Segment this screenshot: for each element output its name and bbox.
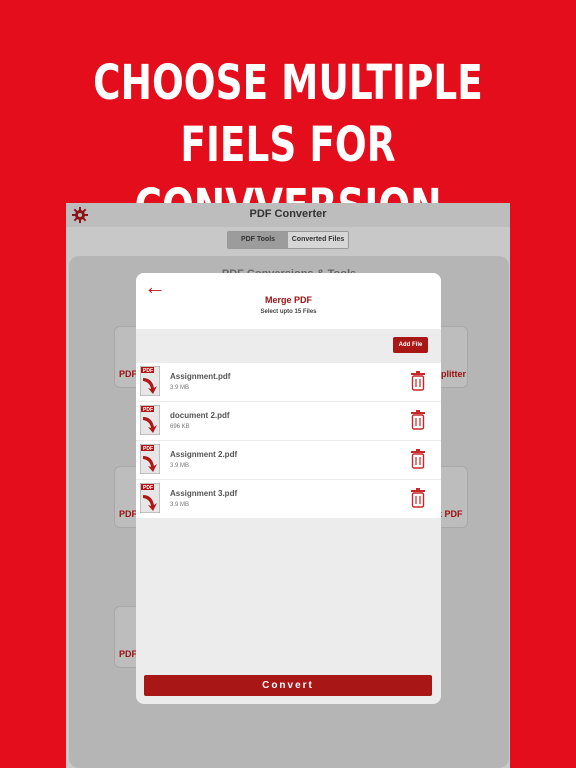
pdf-file-icon: PDF: [140, 366, 160, 396]
file-name: Assignment 3.pdf: [170, 489, 238, 498]
add-file-button[interactable]: Add File: [393, 337, 428, 353]
svg-text:PDF: PDF: [143, 368, 153, 374]
app-header: PDF Converter: [66, 203, 510, 227]
merge-pdf-modal: ← Merge PDF Select upto 15 Files Add Fil…: [136, 273, 441, 704]
pdf-file-icon: PDF: [140, 444, 160, 474]
file-row[interactable]: PDF Assignment 2.pdf 3.9 MB: [136, 441, 441, 479]
file-row[interactable]: PDF Assignment.pdf 3.9 MB: [136, 363, 441, 401]
pdf-file-icon: PDF: [140, 405, 160, 435]
file-size: 696 KB: [170, 424, 190, 430]
file-name: document 2.pdf: [170, 411, 230, 420]
file-name: Assignment.pdf: [170, 372, 231, 381]
trash-icon[interactable]: [410, 371, 426, 391]
convert-button[interactable]: Convert: [144, 675, 432, 696]
modal-title: Merge PDF: [264, 295, 312, 305]
svg-text:PDF: PDF: [143, 485, 153, 491]
modal-header: ← Merge PDF Select upto 15 Files: [136, 273, 441, 329]
tab-pdf-tools[interactable]: PDF Tools: [228, 232, 288, 248]
tab-bar: PDF Tools Converted Files: [227, 231, 349, 249]
modal-subtitle: Select upto 15 Files: [260, 309, 317, 315]
svg-text:PDF: PDF: [143, 407, 153, 413]
app-title: PDF Converter: [249, 208, 327, 220]
file-size: 3.9 MB: [170, 463, 190, 469]
trash-icon[interactable]: [410, 410, 426, 430]
file-size: 3.9 MB: [170, 502, 190, 508]
file-row[interactable]: PDF document 2.pdf 696 KB: [136, 402, 441, 440]
pdf-file-icon: PDF: [140, 483, 160, 513]
headline-line-1: CHOOSE MULTIPLE: [93, 55, 483, 111]
file-row[interactable]: PDF Assignment 3.pdf 3.9 MB: [136, 480, 441, 518]
tab-converted-files[interactable]: Converted Files: [288, 232, 348, 248]
trash-icon[interactable]: [410, 488, 426, 508]
file-name: Assignment 2.pdf: [170, 450, 238, 459]
file-size: 3.9 MB: [170, 385, 190, 391]
svg-text:PDF: PDF: [143, 446, 153, 452]
trash-icon[interactable]: [410, 449, 426, 469]
